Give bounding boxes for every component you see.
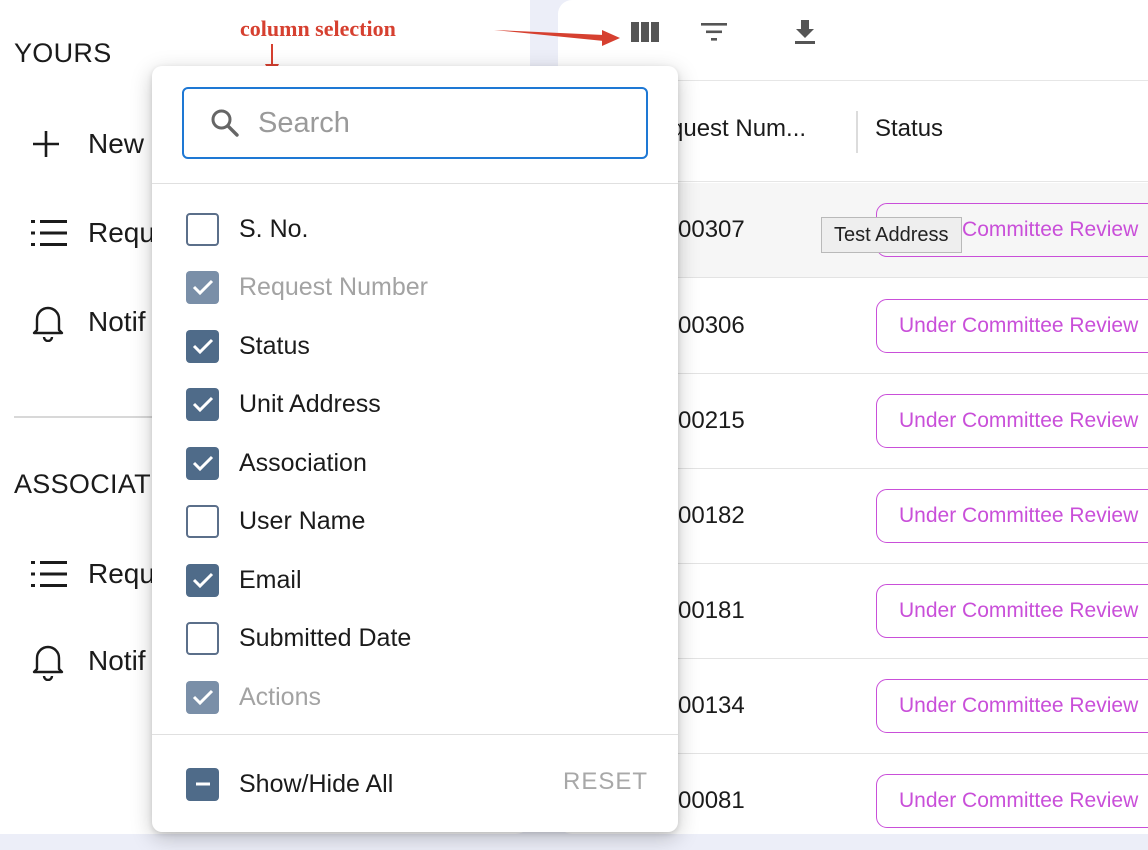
minus-icon: [195, 782, 210, 786]
list-icon: [30, 552, 74, 596]
column-picker: S. No. Request Number Status Unit Addres…: [152, 66, 678, 832]
checkbox-checked-disabled: [186, 270, 219, 304]
column-option-submitted-date[interactable]: Submitted Date: [186, 618, 411, 658]
check-icon: [192, 338, 213, 355]
checkbox-unchecked[interactable]: [186, 212, 219, 246]
sidebar-item-new[interactable]: New: [30, 122, 144, 166]
status-badge[interactable]: Under Committee Review: [876, 679, 1148, 733]
status-badge[interactable]: Under Committee Review: [876, 299, 1148, 353]
column-option-label: Email: [239, 565, 302, 594]
checkbox-unchecked[interactable]: [186, 504, 219, 538]
request-number-cell: -00181: [670, 597, 745, 624]
search-icon: [210, 108, 240, 138]
column-header-status[interactable]: Status: [875, 115, 943, 143]
sidebar-item-label: Requ: [88, 558, 155, 589]
checkbox-checked[interactable]: [186, 387, 219, 421]
column-option-unit-address[interactable]: Unit Address: [186, 384, 381, 424]
request-number-cell: -00182: [670, 502, 745, 529]
column-option-label: Status: [239, 331, 310, 360]
column-option-request-number: Request Number: [186, 267, 428, 307]
request-number-cell: -00081: [670, 787, 745, 814]
plus-icon: [30, 122, 74, 166]
sidebar-item-label: New: [88, 128, 145, 159]
column-option-label: User Name: [239, 506, 366, 535]
column-option-association[interactable]: Association: [186, 443, 367, 483]
divider: [152, 183, 678, 184]
column-separator[interactable]: [856, 111, 858, 153]
reset-button[interactable]: RESET: [563, 768, 648, 796]
column-option-label: Request Number: [239, 272, 428, 301]
status-badge[interactable]: Under Committee Review: [876, 774, 1148, 828]
show-hide-all-toggle[interactable]: Show/Hide All: [186, 764, 393, 804]
column-option-label: S. No.: [239, 214, 309, 243]
sidebar-item-requests[interactable]: Requ: [30, 211, 155, 255]
address-tooltip: Test Address: [821, 217, 962, 253]
column-option-user-name[interactable]: User Name: [186, 501, 365, 541]
column-option-status[interactable]: Status: [186, 326, 310, 366]
status-badge[interactable]: Under Committee Review: [876, 394, 1148, 448]
request-number-cell: -00307: [670, 216, 745, 243]
section-title-associations: ASSOCIAT: [14, 469, 151, 499]
check-icon: [192, 396, 213, 413]
divider: [152, 734, 678, 735]
status-badge[interactable]: Under Committee Review: [876, 489, 1148, 543]
search-input[interactable]: [258, 106, 618, 140]
sidebar-item-label: Notif: [88, 306, 146, 337]
checkbox-checked[interactable]: [186, 563, 219, 597]
column-option-actions: Actions: [186, 677, 321, 717]
status-badge[interactable]: Under Committee Review: [876, 584, 1148, 638]
checkbox-indeterminate[interactable]: [186, 767, 219, 801]
check-icon: [192, 572, 213, 589]
sidebar-item-association-requests[interactable]: Requ: [30, 552, 155, 596]
download-icon: [794, 19, 816, 50]
download-button[interactable]: [785, 14, 825, 54]
checkbox-checked[interactable]: [186, 329, 219, 363]
sidebar-item-association-notifications[interactable]: Notif: [30, 639, 146, 683]
filter-button[interactable]: [694, 14, 734, 54]
column-search[interactable]: [182, 87, 648, 159]
columns-icon: [631, 21, 659, 48]
check-icon: [192, 279, 213, 296]
column-option-label: Unit Address: [239, 389, 381, 418]
show-hide-all-label: Show/Hide All: [239, 769, 394, 798]
checkbox-unchecked[interactable]: [186, 621, 219, 655]
section-title-yours: YOURS: [14, 38, 112, 68]
request-number-cell: -00215: [670, 407, 745, 434]
annotation-label: column selection: [240, 16, 396, 41]
columns-button[interactable]: [625, 14, 665, 54]
checkbox-checked[interactable]: [186, 446, 219, 480]
sidebar-item-label: Requ: [88, 217, 155, 248]
column-option-label: Submitted Date: [239, 623, 412, 652]
sidebar-divider: [14, 416, 164, 418]
column-option-label: Association: [239, 448, 367, 477]
bell-icon: [30, 639, 74, 683]
column-option-label: Actions: [239, 682, 321, 711]
checkbox-checked-disabled: [186, 680, 219, 714]
check-icon: [192, 455, 213, 472]
column-header-request-number[interactable]: quest Num...: [670, 115, 806, 143]
sidebar-item-notifications[interactable]: Notif: [30, 300, 146, 344]
column-option-s-no[interactable]: S. No.: [186, 209, 308, 249]
list-icon: [30, 211, 74, 255]
request-number-cell: -00306: [670, 312, 745, 339]
request-number-cell: -00134: [670, 692, 745, 719]
column-option-email[interactable]: Email: [186, 560, 302, 600]
filter-icon: [701, 22, 727, 47]
bell-icon: [30, 300, 74, 344]
sidebar-item-label: Notif: [88, 645, 146, 676]
check-icon: [192, 689, 213, 706]
